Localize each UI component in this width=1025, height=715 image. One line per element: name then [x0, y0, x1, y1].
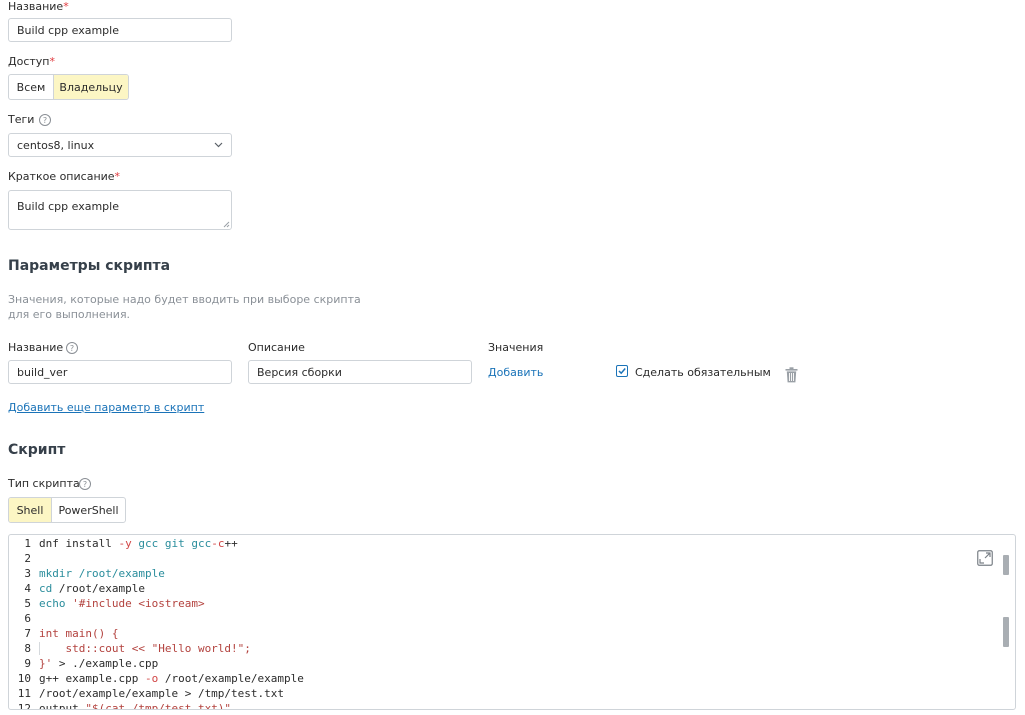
- description-label: Краткое описание*: [8, 170, 121, 183]
- chevron-down-icon: [214, 142, 223, 148]
- editor-scrollbar[interactable]: [1003, 535, 1009, 709]
- trash-icon[interactable]: [785, 367, 798, 383]
- script-section-title: Скрипт: [8, 442, 66, 458]
- param-name-value: build_ver: [17, 365, 68, 379]
- script-type-help-icon[interactable]: ?: [79, 478, 91, 490]
- params-section-title: Параметры скрипта: [8, 258, 171, 274]
- param-description-input[interactable]: Версия сборки: [248, 360, 472, 384]
- required-checkbox-label: Сделать обязательным: [635, 366, 771, 379]
- expand-fullscreen-icon[interactable]: [977, 550, 993, 566]
- script-type-label: Тип скрипта: [8, 477, 80, 490]
- access-segmented-control: Всем Владельцу: [8, 74, 129, 100]
- script-type-shell[interactable]: Shell: [9, 498, 51, 522]
- required-checkbox[interactable]: [616, 365, 628, 377]
- script-type-powershell[interactable]: PowerShell: [51, 498, 125, 522]
- param-description-column-label: Описание: [248, 341, 305, 354]
- add-value-link[interactable]: Добавить: [488, 366, 543, 379]
- param-description-value: Версия сборки: [257, 365, 342, 379]
- param-values-column-label: Значения: [488, 341, 544, 354]
- add-param-link[interactable]: Добавить еще параметр в скрипт: [8, 401, 204, 414]
- tags-help-icon[interactable]: ?: [39, 114, 51, 126]
- tags-label: Теги: [8, 113, 35, 126]
- tags-select[interactable]: centos8, linux: [8, 133, 232, 157]
- checkmark-icon: [618, 368, 626, 375]
- editor-scrollbar-thumb[interactable]: [1003, 617, 1009, 647]
- params-hint: Значения, которые надо будет вводить при…: [8, 293, 361, 321]
- param-name-column-label: Название: [8, 341, 64, 354]
- access-option-owner[interactable]: Владельцу: [53, 75, 128, 99]
- access-label: Доступ*: [8, 55, 55, 68]
- param-name-input[interactable]: build_ver: [8, 360, 232, 384]
- script-type-segmented-control: Shell PowerShell: [8, 497, 126, 523]
- tags-select-value: centos8, linux: [17, 138, 95, 152]
- access-option-all[interactable]: Всем: [9, 75, 53, 99]
- name-input-value: Build cpp example: [17, 23, 119, 37]
- name-input[interactable]: Build cpp example: [8, 18, 232, 42]
- editor-scrollbar-thumb-top[interactable]: [1003, 555, 1009, 575]
- description-textarea[interactable]: Build cpp example: [8, 190, 232, 230]
- name-label: Название*: [8, 0, 69, 13]
- resize-handle-icon[interactable]: [223, 221, 230, 228]
- indent-guide: [39, 642, 40, 655]
- param-name-help-icon[interactable]: ?: [66, 342, 78, 354]
- description-value: Build cpp example: [17, 200, 119, 213]
- script-code-editor[interactable]: 1 dnf install -y gcc git gcc-c++ 2 3 mkdir…: [8, 534, 1016, 710]
